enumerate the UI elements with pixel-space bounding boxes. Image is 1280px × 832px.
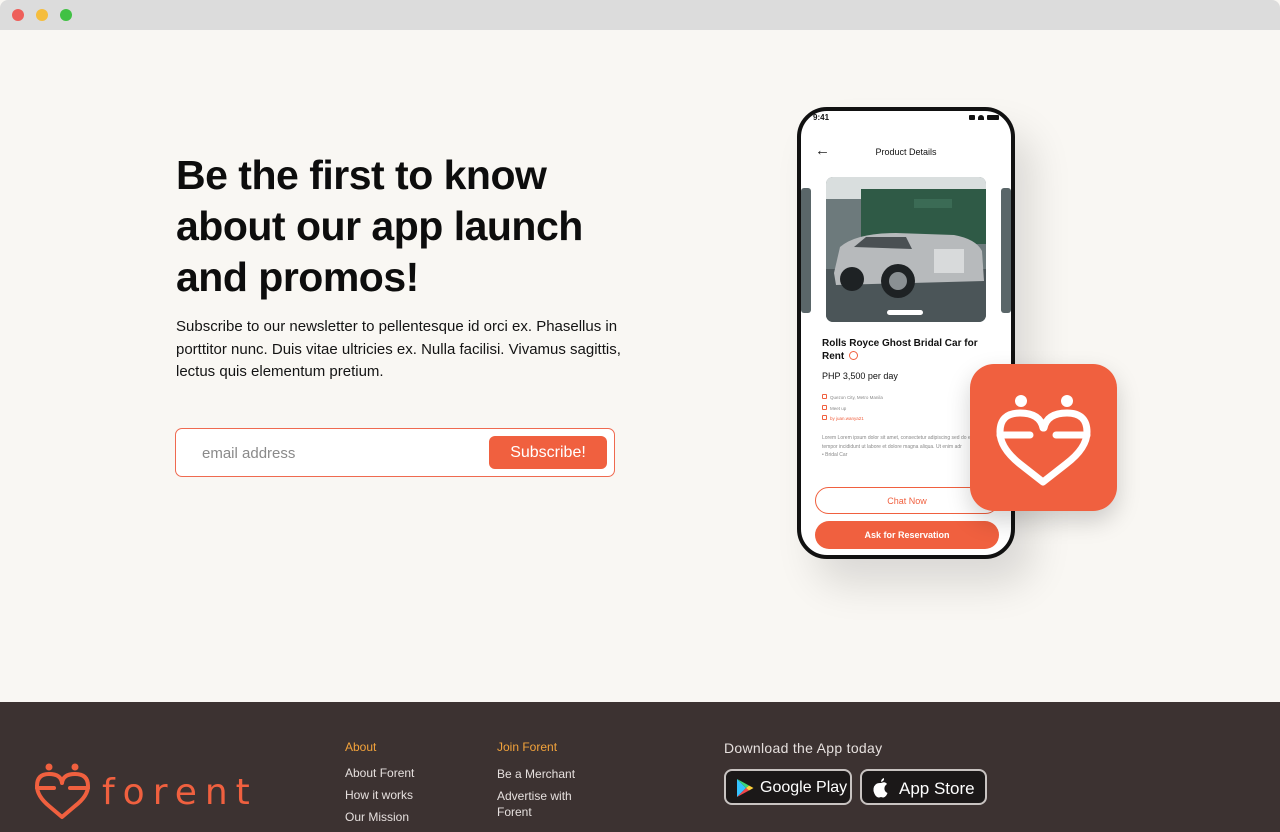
site-footer: forent About About Forent How it works O… — [0, 702, 1280, 832]
product-photo[interactable] — [826, 177, 986, 322]
app-store-label: App Store — [899, 779, 975, 798]
phone-status-bar: 9:41 — [801, 111, 1011, 125]
subscribe-button[interactable]: Subscribe! — [489, 436, 607, 469]
calendar-icon — [822, 405, 827, 410]
meetup-row: Meet up — [822, 405, 846, 413]
google-play-icon — [737, 779, 754, 797]
product-name: Rolls Royce Ghost Bridal Car for Rent — [822, 337, 990, 363]
window-titlebar — [0, 0, 1280, 30]
download-title: Download the App today — [724, 740, 883, 756]
footer-link-about-forent[interactable]: About Forent — [345, 765, 414, 781]
newsletter-description: Subscribe to our newsletter to pellentes… — [176, 318, 621, 380]
app-store-button[interactable]: App Store — [860, 769, 987, 805]
product-name-text: Rolls Royce Ghost Bridal Car for Rent — [822, 338, 978, 362]
carousel-pagination — [887, 310, 923, 315]
owner-row[interactable]: by juan.wanya21 — [822, 415, 864, 423]
maximize-window-button[interactable] — [60, 9, 72, 21]
footer-link-our-mission[interactable]: Our Mission — [345, 809, 409, 825]
footer-link-advertise[interactable]: Advertise with Forent — [497, 788, 597, 820]
subscribe-form: Subscribe! — [175, 428, 615, 477]
page-title: Be the first to know about our app launc… — [176, 152, 583, 300]
location-pin-icon — [822, 394, 827, 399]
footer-link-be-merchant[interactable]: Be a Merchant — [497, 766, 575, 782]
footer-logo[interactable]: forent — [34, 762, 284, 822]
apple-icon — [873, 778, 888, 798]
location-text: Quezon City, Metro Manila — [830, 395, 883, 400]
product-price: PHP 3,500 per day — [822, 371, 898, 381]
user-icon — [822, 415, 827, 420]
email-field[interactable] — [202, 437, 482, 469]
car-image — [826, 177, 986, 322]
status-time: 9:41 — [813, 113, 830, 122]
forent-wordmark: forent — [35, 763, 258, 819]
google-play-label: Google Play — [760, 779, 848, 796]
verified-badge-icon — [849, 351, 859, 360]
ask-reservation-button[interactable]: Ask for Reservation — [815, 521, 999, 549]
hero-section: Be the first to know about our app launc… — [0, 30, 1280, 702]
google-play-button[interactable]: Google Play — [724, 769, 852, 805]
carousel-prev-image[interactable] — [801, 188, 811, 313]
carousel-next-image[interactable] — [1001, 188, 1011, 313]
location-row: Quezon City, Metro Manila — [822, 394, 883, 402]
meetup-text: Meet up — [830, 406, 847, 411]
footer-join-heading: Join Forent — [497, 740, 558, 754]
signal-battery-icon — [969, 115, 999, 121]
forent-app-icon — [970, 364, 1117, 511]
owner-text: by juan.wanya21 — [830, 416, 864, 421]
screen-title: Product Details — [875, 147, 937, 157]
close-window-button[interactable] — [12, 9, 24, 21]
footer-about-heading: About — [345, 740, 377, 754]
forent-logo-icon — [996, 395, 1091, 486]
footer-link-how-it-works[interactable]: How it works — [345, 787, 413, 803]
phone-header: ← Product Details — [801, 139, 1011, 163]
minimize-window-button[interactable] — [36, 9, 48, 21]
brand-name: forent — [102, 772, 258, 813]
